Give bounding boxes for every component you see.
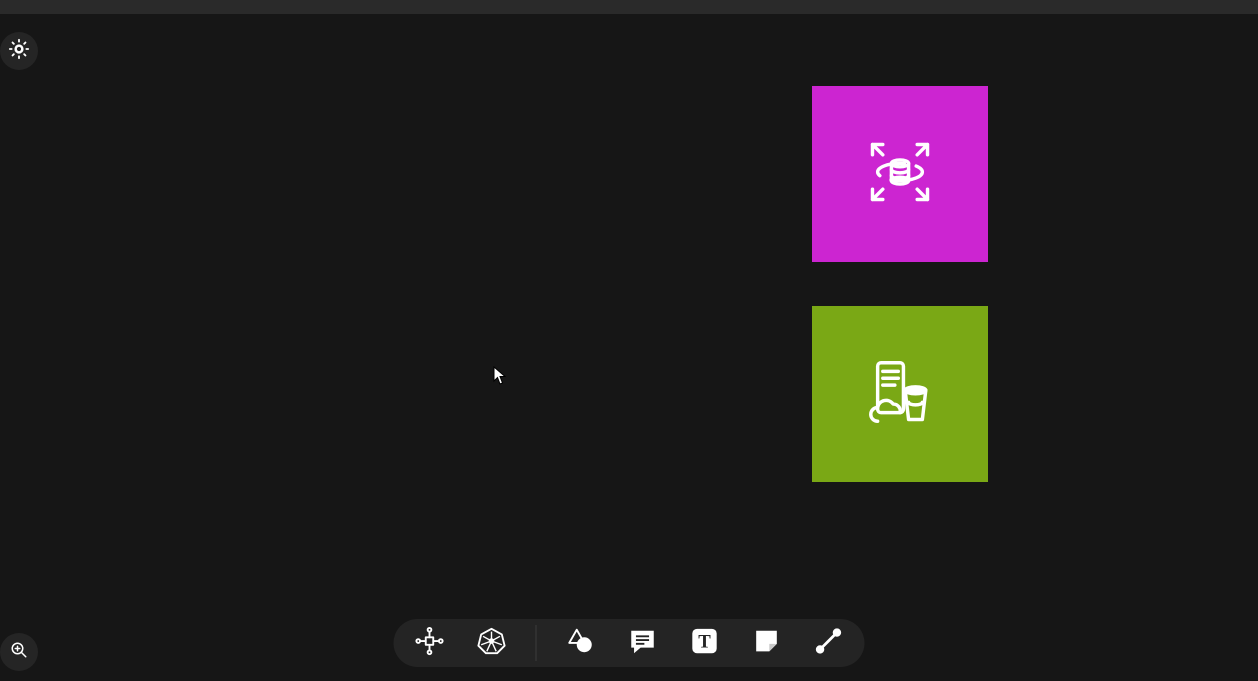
tool-kubernetes[interactable] bbox=[474, 625, 510, 661]
connector-icon bbox=[814, 626, 844, 661]
text-icon: T bbox=[690, 626, 720, 661]
svg-text:T: T bbox=[698, 631, 711, 652]
comment-icon bbox=[628, 626, 658, 661]
sticky-note-icon bbox=[752, 626, 782, 661]
architecture-icon bbox=[415, 626, 445, 661]
tool-comment[interactable] bbox=[625, 625, 661, 661]
storage-bucket-icon bbox=[857, 349, 943, 440]
mouse-cursor-icon bbox=[493, 366, 507, 386]
shapes-icon bbox=[566, 626, 596, 661]
toolbar-divider bbox=[536, 625, 537, 661]
top-bar bbox=[0, 0, 1258, 14]
node-scalable-database[interactable] bbox=[812, 86, 988, 262]
zoom-in-button[interactable] bbox=[0, 633, 38, 671]
bottom-toolbar: T bbox=[394, 619, 865, 667]
tool-architecture[interactable] bbox=[412, 625, 448, 661]
elastic-db-icon bbox=[857, 129, 943, 220]
zoom-in-icon bbox=[10, 641, 28, 664]
tool-text[interactable]: T bbox=[687, 625, 723, 661]
tool-sticky-note[interactable] bbox=[749, 625, 785, 661]
settings-button[interactable] bbox=[0, 32, 38, 70]
node-object-storage[interactable] bbox=[812, 306, 988, 482]
canvas[interactable] bbox=[0, 14, 1258, 681]
tool-connector[interactable] bbox=[811, 625, 847, 661]
tool-shapes[interactable] bbox=[563, 625, 599, 661]
settings-gear-icon bbox=[8, 38, 30, 65]
kubernetes-icon bbox=[477, 626, 507, 661]
